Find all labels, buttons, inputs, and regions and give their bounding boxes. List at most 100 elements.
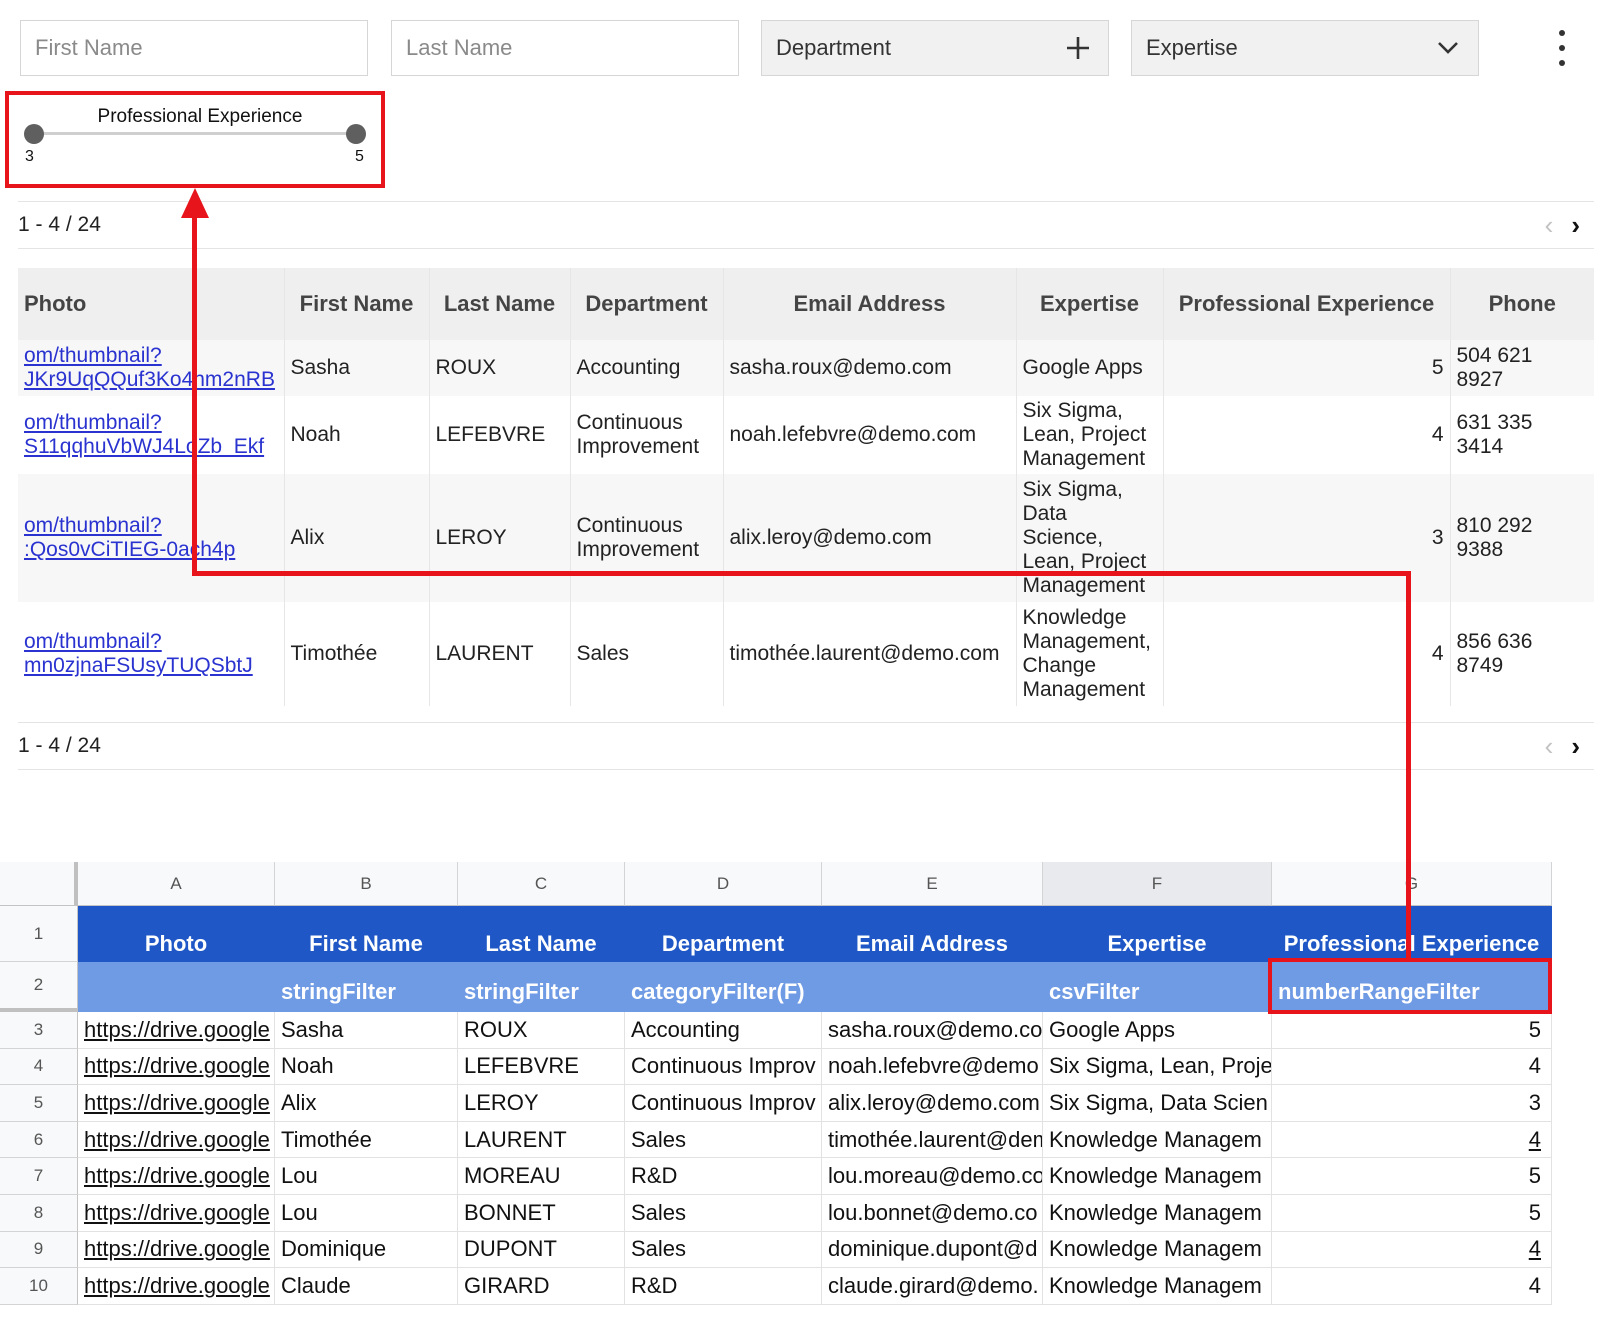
sheet-cell[interactable]: ROUX xyxy=(458,1012,625,1049)
plus-icon[interactable] xyxy=(1062,32,1094,64)
sheet-cell[interactable]: BONNET xyxy=(458,1195,625,1232)
sheet-cell[interactable]: LEFEBVRE xyxy=(458,1048,625,1086)
column-header-d[interactable]: D xyxy=(625,862,822,906)
sheet-cell[interactable]: Timothée xyxy=(275,1121,458,1159)
photo-link[interactable]: om/thumbnail? JKr9UqQQuf3Ko4hm2nRB xyxy=(18,340,284,396)
column-header-c[interactable]: C xyxy=(458,862,625,906)
sheet-cell[interactable]: Continuous Improv xyxy=(625,1048,822,1086)
select-all-corner[interactable] xyxy=(0,862,78,906)
row-number[interactable]: 2 xyxy=(0,962,78,1012)
sheet-cell[interactable]: https://drive.google xyxy=(78,1195,275,1232)
table-row[interactable]: om/thumbnail? S11qqhuVbWJ4LoZb_Ekf Noah LE… xyxy=(18,396,1594,474)
column-header-e[interactable]: E xyxy=(822,862,1043,906)
sheet-cell[interactable]: timothée.laurent@dem xyxy=(822,1121,1043,1159)
sheet-cell[interactable]: Six Sigma, Data Scien xyxy=(1043,1085,1272,1122)
sheet-cell[interactable]: Alix xyxy=(275,1085,458,1122)
chevron-right-icon[interactable]: › xyxy=(1571,731,1580,762)
sheet-cell[interactable]: noah.lefebvre@demo xyxy=(822,1048,1043,1086)
sheet-cell[interactable]: LAURENT xyxy=(458,1121,625,1159)
department-filter-select[interactable]: Department xyxy=(761,20,1109,76)
sheet-cell[interactable]: Knowledge Managem xyxy=(1043,1158,1272,1195)
sheet-cell[interactable]: 5 xyxy=(1272,1158,1552,1195)
sheet-cell[interactable]: Knowledge Managem xyxy=(1043,1268,1272,1305)
sheet-cell[interactable]: https://drive.google xyxy=(78,1048,275,1086)
table-row[interactable]: om/thumbnail? mn0zjnaFSUsyTUQSbtJ Timothé… xyxy=(18,602,1594,706)
sheet-cell[interactable]: lou.moreau@demo.co xyxy=(822,1158,1043,1195)
sheet-header-cell[interactable]: First Name xyxy=(275,906,458,962)
column-header-g[interactable]: G xyxy=(1272,862,1552,906)
header-email[interactable]: Email Address xyxy=(722,268,1016,340)
photo-link[interactable]: om/thumbnail? S11qqhuVbWJ4LoZb_Ekf xyxy=(18,396,284,474)
sheet-cell[interactable]: Continuous Improv xyxy=(625,1085,822,1122)
sheet-cell[interactable]: 4 xyxy=(1272,1231,1552,1269)
sheet-header-cell[interactable]: Photo xyxy=(78,906,275,962)
more-options-icon[interactable] xyxy=(1554,30,1570,66)
row-number[interactable]: 8 xyxy=(0,1195,78,1232)
sheet-filter-type-cell[interactable] xyxy=(822,962,1043,1012)
photo-link[interactable]: om/thumbnail? mn0zjnaFSUsyTUQSbtJ xyxy=(18,602,284,706)
row-number[interactable]: 6 xyxy=(0,1121,78,1159)
sheet-cell[interactable]: Lou xyxy=(275,1195,458,1232)
column-header-f[interactable]: F xyxy=(1043,862,1272,906)
sheet-cell[interactable]: claude.girard@demo. xyxy=(822,1268,1043,1305)
table-row[interactable]: om/thumbnail? JKr9UqQQuf3Ko4hm2nRB Sasha R… xyxy=(18,340,1594,396)
sheet-filter-type-cell[interactable]: stringFilter xyxy=(275,962,458,1012)
header-department[interactable]: Department xyxy=(569,268,723,340)
last-name-filter-input[interactable]: Last Name xyxy=(391,20,739,76)
sheet-filter-type-cell[interactable]: stringFilter xyxy=(458,962,625,1012)
sheet-filter-type-cell[interactable]: csvFilter xyxy=(1043,962,1272,1012)
sheet-cell[interactable]: Accounting xyxy=(625,1012,822,1049)
sheet-cell[interactable]: MOREAU xyxy=(458,1158,625,1195)
sheet-cell[interactable]: Sales xyxy=(625,1231,822,1269)
chevron-down-icon[interactable] xyxy=(1432,32,1464,64)
header-professional-experience[interactable]: Professional Experience xyxy=(1162,268,1450,340)
column-header-a[interactable]: A xyxy=(78,862,275,906)
sheet-cell[interactable]: 4 xyxy=(1272,1268,1552,1305)
sheet-cell[interactable]: https://drive.google xyxy=(78,1085,275,1122)
sheet-cell[interactable]: Six Sigma, Lean, Proje xyxy=(1043,1048,1272,1086)
sheet-cell[interactable]: R&D xyxy=(625,1268,822,1305)
sheet-cell[interactable]: LEROY xyxy=(458,1085,625,1122)
sheet-cell[interactable]: dominique.dupont@d xyxy=(822,1231,1043,1269)
chevron-right-icon[interactable]: › xyxy=(1571,210,1580,241)
row-number[interactable]: 5 xyxy=(0,1085,78,1122)
sheet-cell[interactable]: 3 xyxy=(1272,1085,1552,1122)
sheet-cell[interactable]: sasha.roux@demo.co xyxy=(822,1012,1043,1049)
sheet-header-cell[interactable]: Expertise xyxy=(1043,906,1272,962)
sheet-cell[interactable]: https://drive.google xyxy=(78,1012,275,1049)
expertise-filter-select[interactable]: Expertise xyxy=(1131,20,1479,76)
sheet-cell[interactable]: Claude xyxy=(275,1268,458,1305)
row-number[interactable]: 3 xyxy=(0,1012,78,1049)
sheet-cell[interactable]: Sasha xyxy=(275,1012,458,1049)
sheet-cell[interactable]: GIRARD xyxy=(458,1268,625,1305)
sheet-header-cell[interactable]: Professional Experience xyxy=(1272,906,1552,962)
sheet-cell[interactable]: 4 xyxy=(1272,1048,1552,1086)
sheet-cell[interactable]: Lou xyxy=(275,1158,458,1195)
sheet-cell[interactable]: 5 xyxy=(1272,1012,1552,1049)
first-name-filter-input[interactable]: First Name xyxy=(20,20,368,76)
sheet-header-cell[interactable]: Last Name xyxy=(458,906,625,962)
header-phone[interactable]: Phone xyxy=(1449,268,1594,340)
sheet-cell[interactable]: https://drive.google xyxy=(78,1231,275,1269)
sheet-cell[interactable]: Knowledge Managem xyxy=(1043,1231,1272,1269)
chevron-left-icon[interactable]: ‹ xyxy=(1545,210,1554,241)
header-photo[interactable]: Photo xyxy=(18,268,284,340)
header-first-name[interactable]: First Name xyxy=(283,268,429,340)
photo-link[interactable]: om/thumbnail? :Qos0vCiTIEG-0ach4p xyxy=(18,474,284,602)
row-number[interactable]: 7 xyxy=(0,1158,78,1195)
header-expertise[interactable]: Expertise xyxy=(1015,268,1163,340)
sheet-cell[interactable]: Noah xyxy=(275,1048,458,1086)
sheet-cell[interactable]: lou.bonnet@demo.co xyxy=(822,1195,1043,1232)
sheet-cell[interactable]: Sales xyxy=(625,1121,822,1159)
sheet-header-cell[interactable]: Email Address xyxy=(822,906,1043,962)
sheet-cell[interactable]: https://drive.google xyxy=(78,1158,275,1195)
sheet-cell[interactable]: Google Apps xyxy=(1043,1012,1272,1049)
sheet-filter-type-cell[interactable] xyxy=(78,962,275,1012)
header-last-name[interactable]: Last Name xyxy=(428,268,570,340)
chevron-left-icon[interactable]: ‹ xyxy=(1545,731,1554,762)
row-number[interactable]: 9 xyxy=(0,1231,78,1269)
sheet-cell[interactable]: https://drive.google xyxy=(78,1268,275,1305)
table-row[interactable]: om/thumbnail? :Qos0vCiTIEG-0ach4p Alix LER… xyxy=(18,474,1594,602)
sheet-cell[interactable]: Knowledge Managem xyxy=(1043,1121,1272,1159)
sheet-cell[interactable]: DUPONT xyxy=(458,1231,625,1269)
